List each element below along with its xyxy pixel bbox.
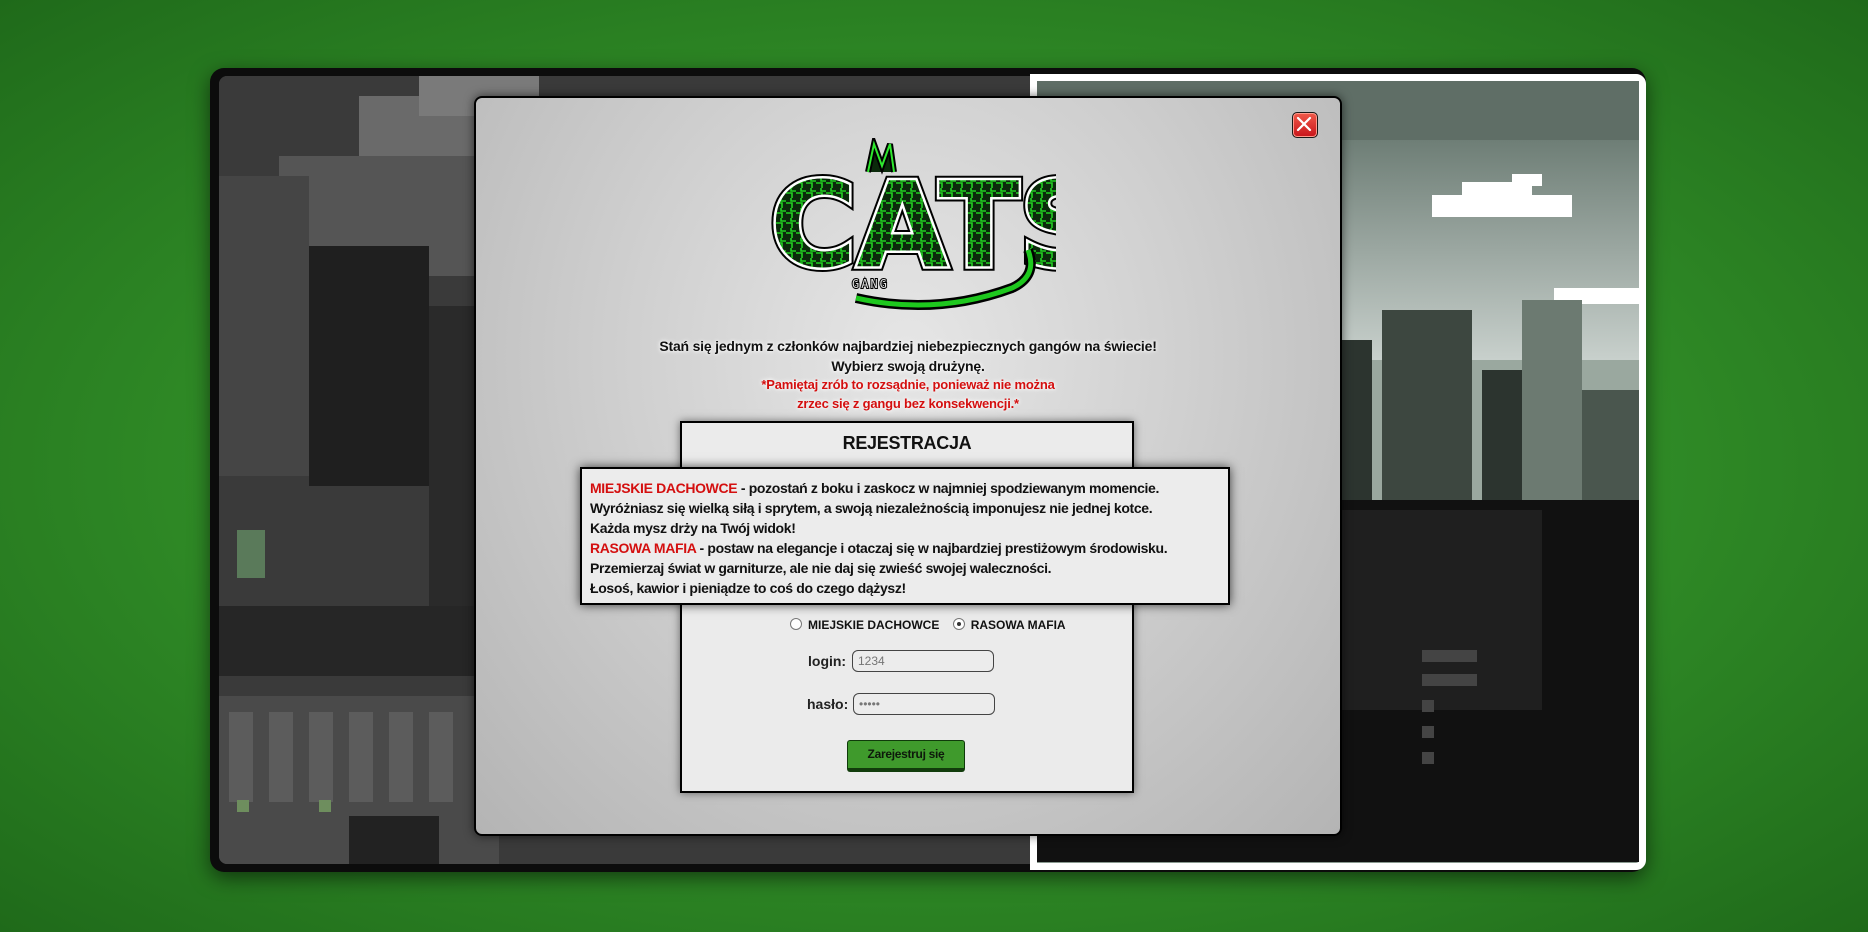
login-label: login: [808,653,847,669]
team-description-tooltip: MIEJSKIE DACHOWCE - pozostań z boku i za… [580,467,1230,605]
team-radio-miejskie-dachowce[interactable] [790,618,802,630]
svg-text:GANG: GANG [852,277,889,291]
team-radio-rasowa-mafia[interactable] [952,618,965,630]
team-label-miejskie-dachowce[interactable]: MIEJSKIE DACHOWCE [808,618,939,632]
team-label-rasowa-mafia[interactable]: RASOWA MAFIA [971,618,1066,632]
tooltip-team1-line3: Każda mysz drży na Twój widok! [590,520,796,536]
team-selector: MIEJSKIE DACHOWCE RASOWA MAFIA [790,618,1076,632]
warning-text-line-1: *Pamiętaj zrób to rozsądnie, ponieważ ni… [761,377,1055,392]
cats-gang-logo: CATS CATS GANG [766,138,1056,311]
register-button[interactable]: Zarejestruj się [847,740,965,772]
password-input[interactable]: ••••• [853,693,995,715]
tooltip-team2-line1: RASOWA MAFIA - postaw na elegancje i ota… [590,540,1168,556]
tooltip-team1-name: MIEJSKIE DACHOWCE [590,480,738,496]
warning-text-line-2: zrzec się z gangu bez konsekwencji.* [797,396,1019,411]
intro-text-line-1: Stań się jednym z członków najbardziej n… [659,338,1157,354]
svg-text:CATS: CATS [770,156,1056,294]
tooltip-team2-line2: Przemierzaj świat w garniturze, ale nie … [590,560,1052,576]
intro-text-line-2: Wybierz swoją drużynę. [831,358,985,374]
close-button[interactable] [1292,112,1318,138]
tooltip-team2-line3: Łosoś, kawior i pieniądze to coś do czeg… [590,580,906,596]
login-input[interactable] [852,650,994,672]
tooltip-team1-line1: MIEJSKIE DACHOWCE - pozostań z boku i za… [590,480,1160,496]
registration-title: REJESTRACJA [842,433,972,453]
tooltip-team2-name: RASOWA MAFIA [590,540,696,556]
close-x-icon [1296,116,1312,132]
tooltip-team1-line2: Wyróżniasz się wielką siłą i sprytem, a … [590,500,1153,516]
password-label: hasło: [807,696,849,712]
